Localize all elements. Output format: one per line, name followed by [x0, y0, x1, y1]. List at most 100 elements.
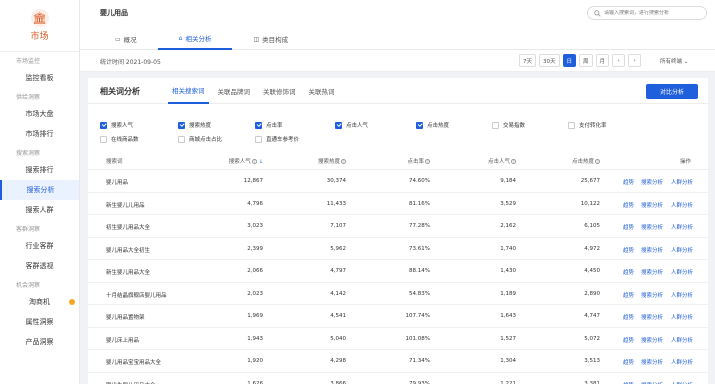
notification-dot — [69, 299, 75, 305]
table-cell: 新生婴儿儿用品 — [106, 202, 145, 209]
column-header: 点击率? — [407, 157, 430, 165]
action-link[interactable]: 搜索分析 — [641, 381, 663, 384]
metric-checkbox[interactable]: 直通车参考价 — [255, 135, 299, 143]
checkbox-label: 在线商品数 — [111, 137, 139, 143]
sidebar-item[interactable]: 监控看板 — [0, 68, 79, 88]
compare-button[interactable]: 对比分析 — [646, 84, 698, 99]
action-link[interactable]: 趋势 — [623, 358, 634, 366]
action-link[interactable]: 趋势 — [623, 268, 634, 276]
header-tab[interactable]: ▭ 概况 — [94, 28, 158, 50]
sidebar-item[interactable]: 客群透视 — [0, 256, 79, 276]
table-cell: 1,740 — [500, 245, 516, 252]
action-link[interactable]: 搜索分析 — [641, 246, 663, 254]
table-cell: 婴儿用品宝宝用品大全 — [106, 360, 162, 366]
sidebar-item[interactable]: 淘商机 — [0, 292, 79, 312]
search-input[interactable] — [604, 10, 704, 16]
metric-checkbox[interactable]: 商城点击占比 — [178, 135, 222, 143]
action-link[interactable]: 搜索分析 — [641, 313, 663, 321]
action-link[interactable]: 趋势 — [623, 178, 634, 186]
action-link[interactable]: 人群分析 — [671, 358, 693, 366]
metric-checkbox[interactable]: 交易指数 — [492, 121, 525, 129]
metric-checkbox[interactable]: 搜索热度 — [178, 121, 211, 129]
action-link[interactable]: 人群分析 — [671, 201, 693, 209]
table-cell: 79.93% — [409, 380, 430, 384]
action-link[interactable]: 趋势 — [623, 291, 634, 299]
prev-button[interactable]: ‹ — [612, 54, 626, 67]
help-icon: ? — [595, 159, 600, 164]
market-logo[interactable]: 🏛 市场 — [0, 0, 79, 52]
search-icon — [594, 9, 601, 17]
table-row: 新生婴儿用品大全 2,066 4,797 88.14% 1,430 4,450 趋势 搜索分析… — [88, 260, 708, 283]
metric-checkbox[interactable]: 搜索人气 — [100, 121, 133, 129]
action-link[interactable]: 人群分析 — [671, 291, 693, 299]
panel-subtabs: 相关搜索词 关联品牌词 关联修饰词 关联热词 — [168, 78, 344, 104]
header-tab[interactable]: ⌂ 相关分析 — [157, 28, 233, 50]
sidebar-item[interactable]: 产品洞察 — [0, 332, 79, 352]
table-cell: 3,529 — [500, 200, 516, 207]
period-button[interactable]: 30天 — [539, 54, 560, 67]
table-cell: 3,381 — [584, 380, 600, 384]
sidebar-item[interactable]: 行业客群 — [0, 236, 79, 256]
metric-checkbox[interactable]: 在线商品数 — [100, 135, 139, 143]
table-cell: 7,107 — [330, 223, 346, 229]
logo-label: 市场 — [30, 32, 49, 42]
sidebar-item[interactable]: 市场排行 — [0, 124, 79, 144]
table-cell: 1,430 — [500, 268, 516, 274]
terminal-select[interactable]: 所有终端 ⌄ — [660, 57, 688, 65]
next-button[interactable]: › — [628, 54, 642, 67]
table-cell: 54.83% — [409, 290, 430, 297]
period-button[interactable]: 周 — [579, 54, 593, 67]
action-link[interactable]: 趋势 — [623, 246, 634, 254]
sidebar-item[interactable]: 搜索排行 — [0, 160, 79, 180]
table-cell: 3,023 — [247, 223, 263, 229]
sidebar-item-label: 搜索人群 — [25, 206, 54, 214]
metric-checkbox[interactable]: 点击人气 — [335, 121, 368, 129]
action-link[interactable]: 人群分析 — [671, 381, 693, 384]
action-link[interactable]: 人群分析 — [671, 336, 693, 344]
panel-subtab[interactable]: 关联热词 — [305, 78, 339, 104]
checkbox-box — [100, 135, 107, 143]
sidebar-item-label: 市场大盘 — [25, 110, 54, 118]
related-words-table: 搜索词 搜索人气? ↓ 搜索热度? 点击率? 点击人气? 点击热度? 操作 婴儿用品 12,86… — [88, 152, 708, 384]
panel-subtab[interactable]: 关联修饰词 — [259, 78, 300, 104]
table-cell: 12,867 — [243, 178, 263, 184]
action-link[interactable]: 搜索分析 — [641, 268, 663, 276]
metric-checkbox[interactable]: 点击率 — [255, 121, 283, 129]
period-button[interactable]: 日 — [562, 54, 577, 67]
table-cell: 2,890 — [584, 290, 600, 297]
action-link[interactable]: 人群分析 — [671, 178, 693, 186]
sidebar-item[interactable]: 属性洞察 — [0, 312, 79, 332]
action-link[interactable]: 趋势 — [623, 336, 634, 344]
action-link[interactable]: 趋势 — [623, 201, 634, 209]
column-header[interactable]: 搜索人气? ↓ — [229, 157, 263, 165]
search-box[interactable] — [587, 6, 707, 20]
help-icon: ? — [251, 159, 257, 164]
table-cell: 4,797 — [330, 268, 346, 274]
header-tab-label: 类目构成 — [262, 36, 289, 44]
sort-desc-icon[interactable]: ↓ — [259, 159, 263, 165]
action-link[interactable]: 趋势 — [623, 223, 634, 231]
action-link[interactable]: 人群分析 — [671, 246, 693, 254]
metric-checkbox[interactable]: 支付转化率 — [568, 121, 607, 129]
sidebar-item[interactable]: 搜索分析 — [0, 180, 79, 200]
panel-subtab[interactable]: 相关搜索词 — [168, 78, 209, 104]
action-link[interactable]: 趋势 — [623, 313, 634, 321]
action-link[interactable]: 搜索分析 — [641, 201, 663, 209]
action-link[interactable]: 趋势 — [623, 381, 634, 384]
action-link[interactable]: 人群分析 — [671, 268, 693, 276]
period-button[interactable]: 7天 — [519, 54, 536, 67]
action-link[interactable]: 搜索分析 — [641, 291, 663, 299]
action-link[interactable]: 人群分析 — [671, 313, 693, 321]
action-link[interactable]: 搜索分析 — [641, 336, 663, 344]
action-link[interactable]: 人群分析 — [671, 223, 693, 231]
period-button[interactable]: 月 — [595, 54, 610, 67]
sidebar-item[interactable]: 搜索人群 — [0, 200, 79, 220]
action-link[interactable]: 搜索分析 — [641, 358, 663, 366]
action-link[interactable]: 搜索分析 — [641, 223, 663, 231]
action-link[interactable]: 搜索分析 — [641, 178, 663, 186]
metric-checkbox[interactable]: 点击热度 — [416, 121, 449, 129]
header-tab[interactable]: ◫ 类目构成 — [232, 28, 309, 50]
table-cell: 3,513 — [584, 358, 600, 364]
sidebar-item[interactable]: 市场大盘 — [0, 104, 79, 124]
panel-subtab[interactable]: 关联品牌词 — [214, 78, 255, 104]
